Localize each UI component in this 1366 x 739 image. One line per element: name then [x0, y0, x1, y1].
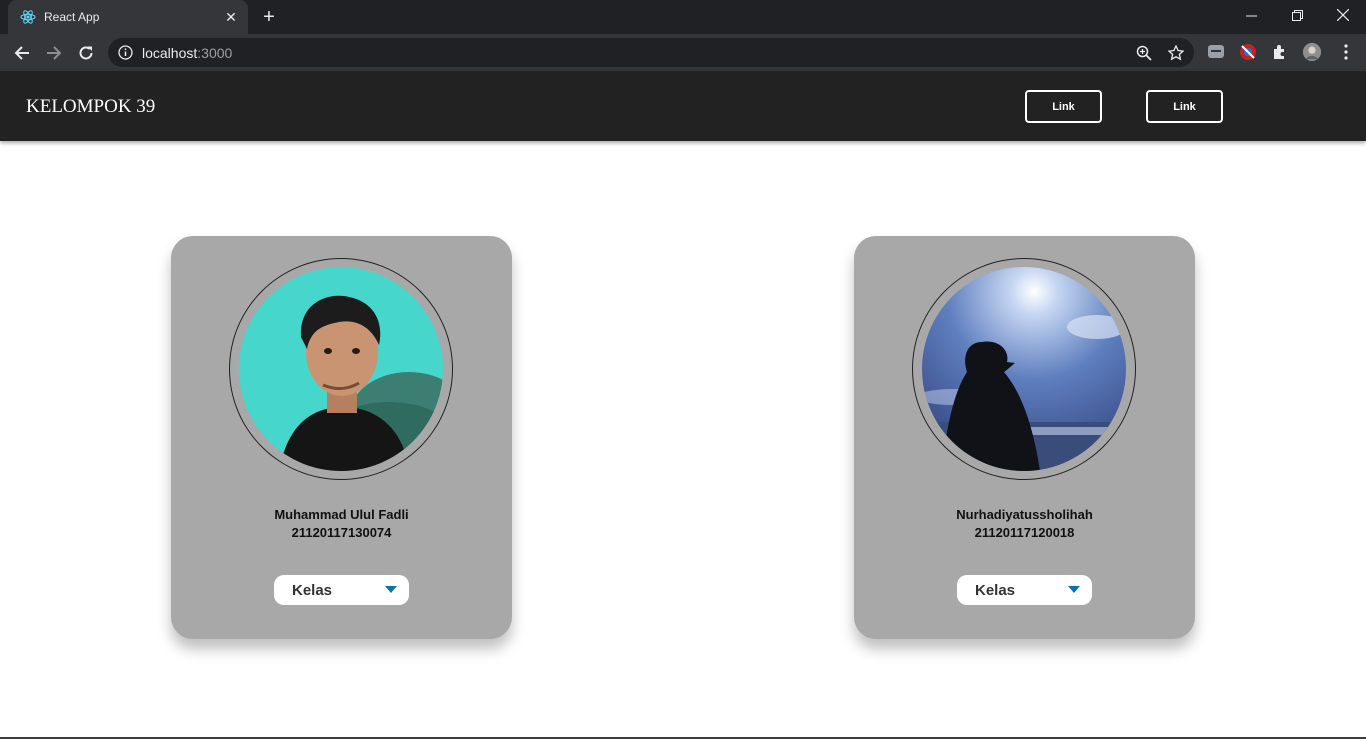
react-logo-icon [20, 10, 36, 24]
avatar-frame [912, 258, 1136, 480]
bookmark-star-icon[interactable] [1167, 44, 1185, 62]
extensions-puzzle-icon[interactable] [1270, 42, 1290, 62]
profile-card: Muhammad Ulul Fadli 21120117130074 Kelas [171, 236, 512, 639]
restore-icon[interactable] [1274, 0, 1320, 30]
blocker-extension-icon[interactable] [1238, 42, 1258, 62]
address-bar[interactable]: localhost:3000 [108, 38, 1194, 67]
kelas-dropdown[interactable]: Kelas [957, 575, 1092, 605]
url-port: :3000 [197, 45, 233, 61]
kelas-dropdown[interactable]: Kelas [274, 575, 409, 605]
browser-titlebar: React App ✕ + [0, 0, 1366, 34]
close-tab-icon[interactable]: ✕ [222, 8, 240, 26]
profile-photo [922, 267, 1126, 471]
url-host: localhost [142, 45, 198, 61]
menu-kebab-icon[interactable] [1336, 42, 1356, 62]
member-name: Nurhadiyatussholihah [956, 507, 1093, 522]
profile-card: Nurhadiyatussholihah 21120117120018 Kela… [854, 236, 1195, 639]
info-icon[interactable] [118, 45, 133, 60]
caret-down-icon [385, 586, 397, 593]
url-text: localhost:3000 [142, 45, 232, 61]
chat-extension-icon[interactable] [1206, 42, 1226, 62]
browser-toolbar: localhost:3000 [0, 34, 1366, 71]
member-nim: 21120117130074 [291, 525, 392, 540]
profile-avatar-icon[interactable] [1302, 42, 1322, 62]
kelas-dropdown-label: Kelas [292, 582, 333, 599]
app-navbar: KELOMPOK 39 Link Link [0, 71, 1366, 141]
close-window-icon[interactable] [1320, 0, 1366, 30]
browser-tab[interactable]: React App ✕ [8, 0, 248, 34]
avatar [922, 267, 1126, 471]
forward-icon[interactable] [41, 40, 67, 66]
back-icon[interactable] [9, 40, 35, 66]
avatar [239, 267, 443, 471]
caret-down-icon [1068, 586, 1080, 593]
reload-icon[interactable] [73, 40, 99, 66]
member-name: Muhammad Ulul Fadli [274, 507, 409, 522]
minimize-icon[interactable] [1228, 0, 1274, 30]
nav-link-1[interactable]: Link [1025, 90, 1102, 123]
brand-title[interactable]: KELOMPOK 39 [26, 96, 155, 118]
zoom-icon[interactable] [1135, 44, 1153, 62]
avatar-frame [229, 258, 453, 480]
member-nim: 21120117120018 [974, 525, 1075, 540]
kelas-dropdown-label: Kelas [975, 582, 1016, 599]
nav-link-2[interactable]: Link [1146, 90, 1223, 123]
tab-title: React App [44, 10, 100, 24]
profile-photo [239, 267, 443, 471]
new-tab-icon[interactable]: + [258, 6, 280, 28]
